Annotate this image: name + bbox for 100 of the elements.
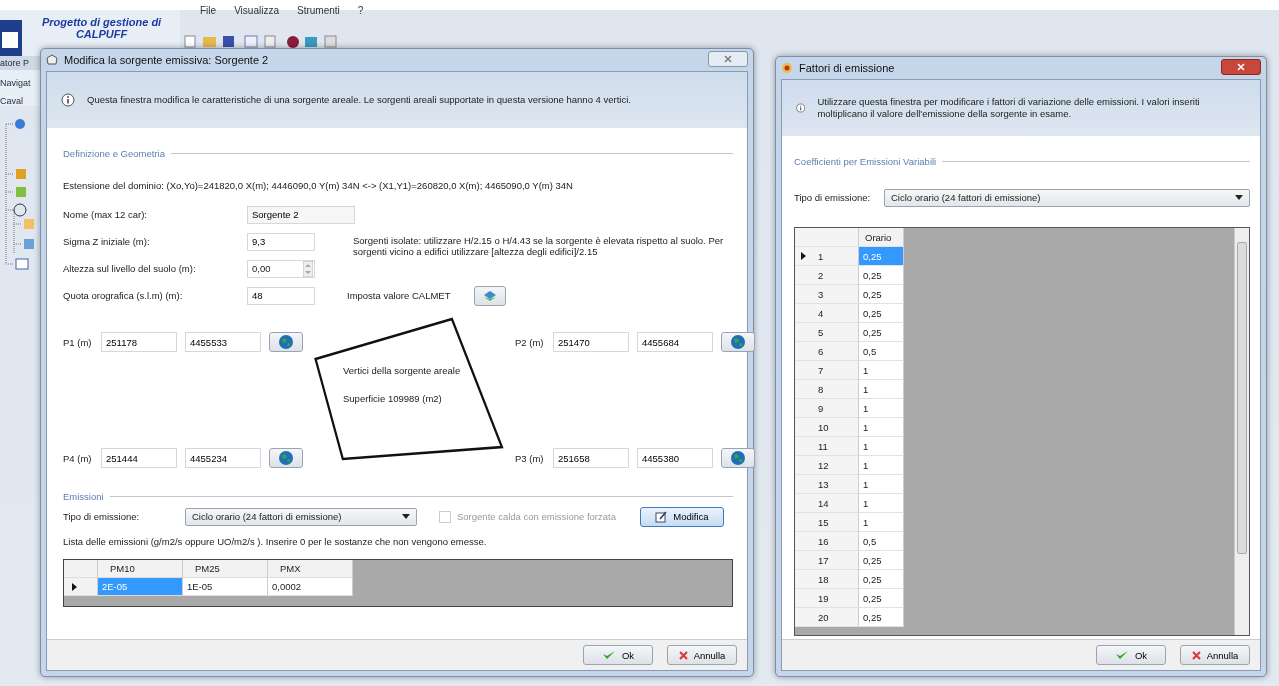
row-header[interactable] (64, 578, 98, 596)
row-header[interactable]: 11 (795, 437, 859, 456)
window-title: Fattori di emissione (799, 62, 895, 74)
calmet-label: Imposta valore CALMET (347, 290, 451, 301)
row-header[interactable]: 9 (795, 399, 859, 418)
close-icon (678, 650, 688, 660)
table-cell: 1 (859, 494, 904, 513)
scrollbar[interactable] (1234, 228, 1249, 635)
row-number: 5 (818, 326, 825, 338)
vertex-label: P2 (m) (515, 336, 545, 348)
group-legend: Definizione e Geometria (63, 147, 165, 159)
table-cell: 1 (859, 456, 904, 475)
menu-item[interactable]: Strumenti (296, 5, 340, 16)
info-icon (61, 93, 75, 107)
corner-cell (795, 228, 859, 247)
row-header[interactable]: 6 (795, 342, 859, 361)
row-number: 12 (818, 459, 830, 471)
table-cell: 0,25 (859, 589, 904, 608)
row-number: 20 (818, 611, 830, 623)
row-number: 7 (818, 364, 825, 376)
row-header[interactable]: 15 (795, 513, 859, 532)
row-header[interactable]: 12 (795, 456, 859, 475)
table-cell: 1 (859, 418, 904, 437)
row-number: 14 (818, 497, 830, 509)
globe-icon (278, 334, 294, 350)
row-header[interactable]: 4 (795, 304, 859, 323)
globe-icon (730, 334, 746, 350)
row-header[interactable]: 8 (795, 380, 859, 399)
row-number: 8 (818, 383, 825, 395)
row-header[interactable]: 19 (795, 589, 859, 608)
row-number: 15 (818, 516, 830, 528)
checkmark-icon (1114, 650, 1129, 660)
emission-type-dropdown[interactable]: Ciclo orario (24 fattori di emissione) (185, 507, 417, 526)
row-header[interactable]: 1 (795, 247, 859, 266)
dropdown-arrow-icon (1235, 195, 1243, 200)
row-header[interactable]: 17 (795, 551, 859, 570)
info-text: Questa finestra modifica le caratteristiche di una sorgente areale. Le sorgenti areali supportate in questa versione hanno 4 vertici. (87, 94, 631, 106)
x-field[interactable]: 251470 (553, 332, 629, 352)
row-number: 19 (818, 592, 830, 604)
row-number: 10 (818, 421, 830, 433)
table-cell: 0,0002 (268, 578, 353, 596)
globe-icon (730, 450, 746, 466)
menu-item[interactable]: ? (357, 5, 364, 16)
calmet-button[interactable] (474, 285, 507, 306)
ok-button[interactable]: Ok (583, 645, 653, 665)
field-label: Altezza sul livello del suolo (m): (63, 263, 197, 274)
column-header: Orario (859, 228, 904, 247)
domain-text: Estensione del dominio: (Xo,Yo)=241820,0 X(m); 4446090,0 Y(m) 34N <-> (X1,Y1)=260820,0 X(m); 4465090,0 Y(m) 34N (63, 180, 574, 191)
table-cell: 0,25 (859, 323, 904, 342)
row-header[interactable]: 5 (795, 323, 859, 342)
text-field[interactable]: Sorgente 2 (247, 205, 355, 224)
y-field[interactable]: 4455533 (185, 332, 261, 352)
modify-button[interactable]: Modifica (639, 506, 724, 527)
row-number: 13 (818, 478, 830, 490)
row-header[interactable]: 10 (795, 418, 859, 437)
spin-field[interactable]: 0,00 (247, 259, 315, 278)
vertex-label: P4 (m) (63, 452, 93, 464)
row-number: 16 (818, 535, 830, 547)
table-cell: 1E-05 (183, 578, 268, 596)
globe-button[interactable] (269, 332, 303, 352)
y-field[interactable]: 4455380 (637, 448, 713, 468)
table-cell: 1 (859, 513, 904, 532)
row-header[interactable]: 2 (795, 266, 859, 285)
group-legend: Emissioni (63, 490, 104, 502)
table-cell: 1 (859, 399, 904, 418)
globe-button[interactable] (721, 448, 755, 468)
x-field[interactable]: 251658 (553, 448, 629, 468)
globe-button[interactable] (721, 332, 755, 352)
x-field[interactable]: 251178 (101, 332, 177, 352)
menu-item[interactable]: Visualizza (234, 5, 279, 16)
row-header[interactable]: 20 (795, 608, 859, 627)
row-header[interactable]: 13 (795, 475, 859, 494)
dropdown-arrow-icon (402, 514, 410, 519)
area-text: Superficie 109989 (m2) (343, 393, 442, 404)
close-icon (1237, 63, 1245, 71)
text-field[interactable]: 9,3 (247, 232, 315, 251)
field-label: Tipo di emissione: (63, 511, 141, 522)
emission-type-dropdown[interactable]: Ciclo orario (24 fattori di emissione) (884, 188, 1250, 207)
row-header[interactable]: 18 (795, 570, 859, 589)
row-header[interactable]: 16 (795, 532, 859, 551)
ok-button[interactable]: Ok (1096, 645, 1166, 665)
row-number: 17 (818, 554, 830, 566)
globe-button[interactable] (269, 448, 303, 468)
row-header[interactable]: 3 (795, 285, 859, 304)
x-field[interactable]: 251444 (101, 448, 177, 468)
y-field[interactable]: 4455684 (637, 332, 713, 352)
close-button[interactable] (708, 51, 748, 67)
cancel-button[interactable]: Annulla (667, 645, 737, 665)
row-header[interactable]: 7 (795, 361, 859, 380)
sidebar-text: Navigat (0, 78, 32, 88)
row-number: 1 (818, 250, 825, 262)
y-field[interactable]: 4455234 (185, 448, 261, 468)
window-title: Modifica la sorgente emissiva: Sorgente 2 (64, 54, 269, 66)
table-cell: 2E-05 (98, 578, 183, 596)
menu-item[interactable]: File (200, 5, 217, 16)
text-field[interactable]: 48 (247, 286, 315, 305)
row-header[interactable]: 14 (795, 494, 859, 513)
cancel-button[interactable]: Annulla (1180, 645, 1250, 665)
close-icon (1191, 650, 1201, 660)
close-button[interactable] (1221, 59, 1261, 75)
